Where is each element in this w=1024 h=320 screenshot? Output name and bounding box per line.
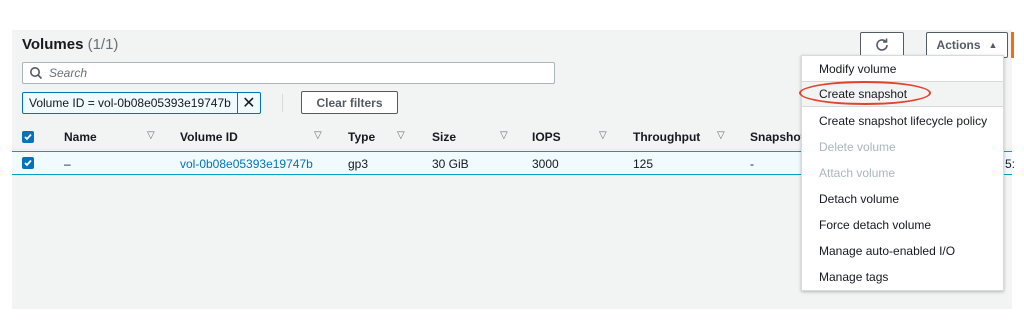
cell-throughput: 125	[633, 157, 654, 171]
menu-item-detach-volume[interactable]: Detach volume	[802, 186, 1003, 212]
sort-down-icon[interactable]: ▽	[599, 130, 607, 141]
create-volume-button-edge[interactable]	[1011, 32, 1014, 58]
filter-token: Volume ID = vol-0b08e05393e19747b ✕	[22, 92, 261, 114]
menu-item-force-detach-volume[interactable]: Force detach volume	[802, 212, 1003, 238]
close-icon[interactable]: ✕	[236, 93, 260, 113]
menu-item-manage-auto-enabled-io[interactable]: Manage auto-enabled I/O	[802, 238, 1003, 264]
cell-type: gp3	[348, 157, 369, 171]
caret-up-icon: ▲	[988, 40, 998, 50]
menu-item-attach-volume: Attach volume	[819, 166, 896, 180]
menu-item-manage-tags[interactable]: Manage tags	[802, 264, 1003, 290]
clipped-cell-text: 5:	[1005, 157, 1016, 171]
cell-volume-id-link[interactable]: vol-0b08e05393e19747b	[180, 157, 313, 171]
search-icon	[30, 67, 43, 80]
cell-snapshot: -	[750, 157, 754, 171]
page-title-text: Volumes	[22, 36, 84, 53]
cell-size: 30 GiB	[432, 157, 469, 171]
select-all-checkbox[interactable]	[22, 131, 34, 143]
search-bar[interactable]	[22, 62, 555, 84]
sort-down-icon[interactable]: ▽	[314, 130, 322, 141]
actions-label: Actions	[936, 38, 981, 52]
column-header-name[interactable]: Name	[64, 130, 97, 144]
cell-name: –	[64, 157, 71, 171]
column-header-size[interactable]: Size	[432, 130, 456, 144]
menu-item-delete-volume: Delete volume	[819, 140, 896, 154]
menu-item-create-snapshot-lifecycle-policy[interactable]: Create snapshot lifecycle policy	[802, 108, 1003, 134]
sort-down-icon[interactable]: ▽	[500, 130, 508, 141]
refresh-icon	[876, 38, 888, 51]
column-header-snapshot[interactable]: Snapshot	[750, 130, 805, 144]
column-header-iops[interactable]: IOPS	[532, 130, 561, 144]
sort-down-icon[interactable]: ▽	[397, 130, 405, 141]
column-header-type[interactable]: Type	[348, 130, 375, 144]
divider	[282, 94, 283, 112]
sort-down-icon[interactable]: ▽	[147, 130, 155, 141]
search-input[interactable]	[47, 65, 531, 81]
menu-item-modify-volume[interactable]: Modify volume	[802, 56, 1003, 82]
filter-token-label: Volume ID = vol-0b08e05393e19747b	[29, 96, 231, 110]
column-header-volume-id[interactable]: Volume ID	[180, 130, 238, 144]
menu-item-create-snapshot[interactable]: Create snapshot	[802, 81, 1003, 107]
page-title: Volumes (1/1)	[22, 36, 118, 53]
clear-filters-button[interactable]: Clear filters	[301, 91, 398, 114]
cell-iops: 3000	[532, 157, 559, 171]
sort-down-icon[interactable]: ▽	[717, 130, 725, 141]
actions-menu: Modify volume Create snapshot Create sna…	[801, 55, 1004, 291]
row-checkbox[interactable]	[22, 157, 34, 169]
volume-count: (1/1)	[87, 36, 119, 53]
column-header-throughput[interactable]: Throughput	[633, 130, 700, 144]
